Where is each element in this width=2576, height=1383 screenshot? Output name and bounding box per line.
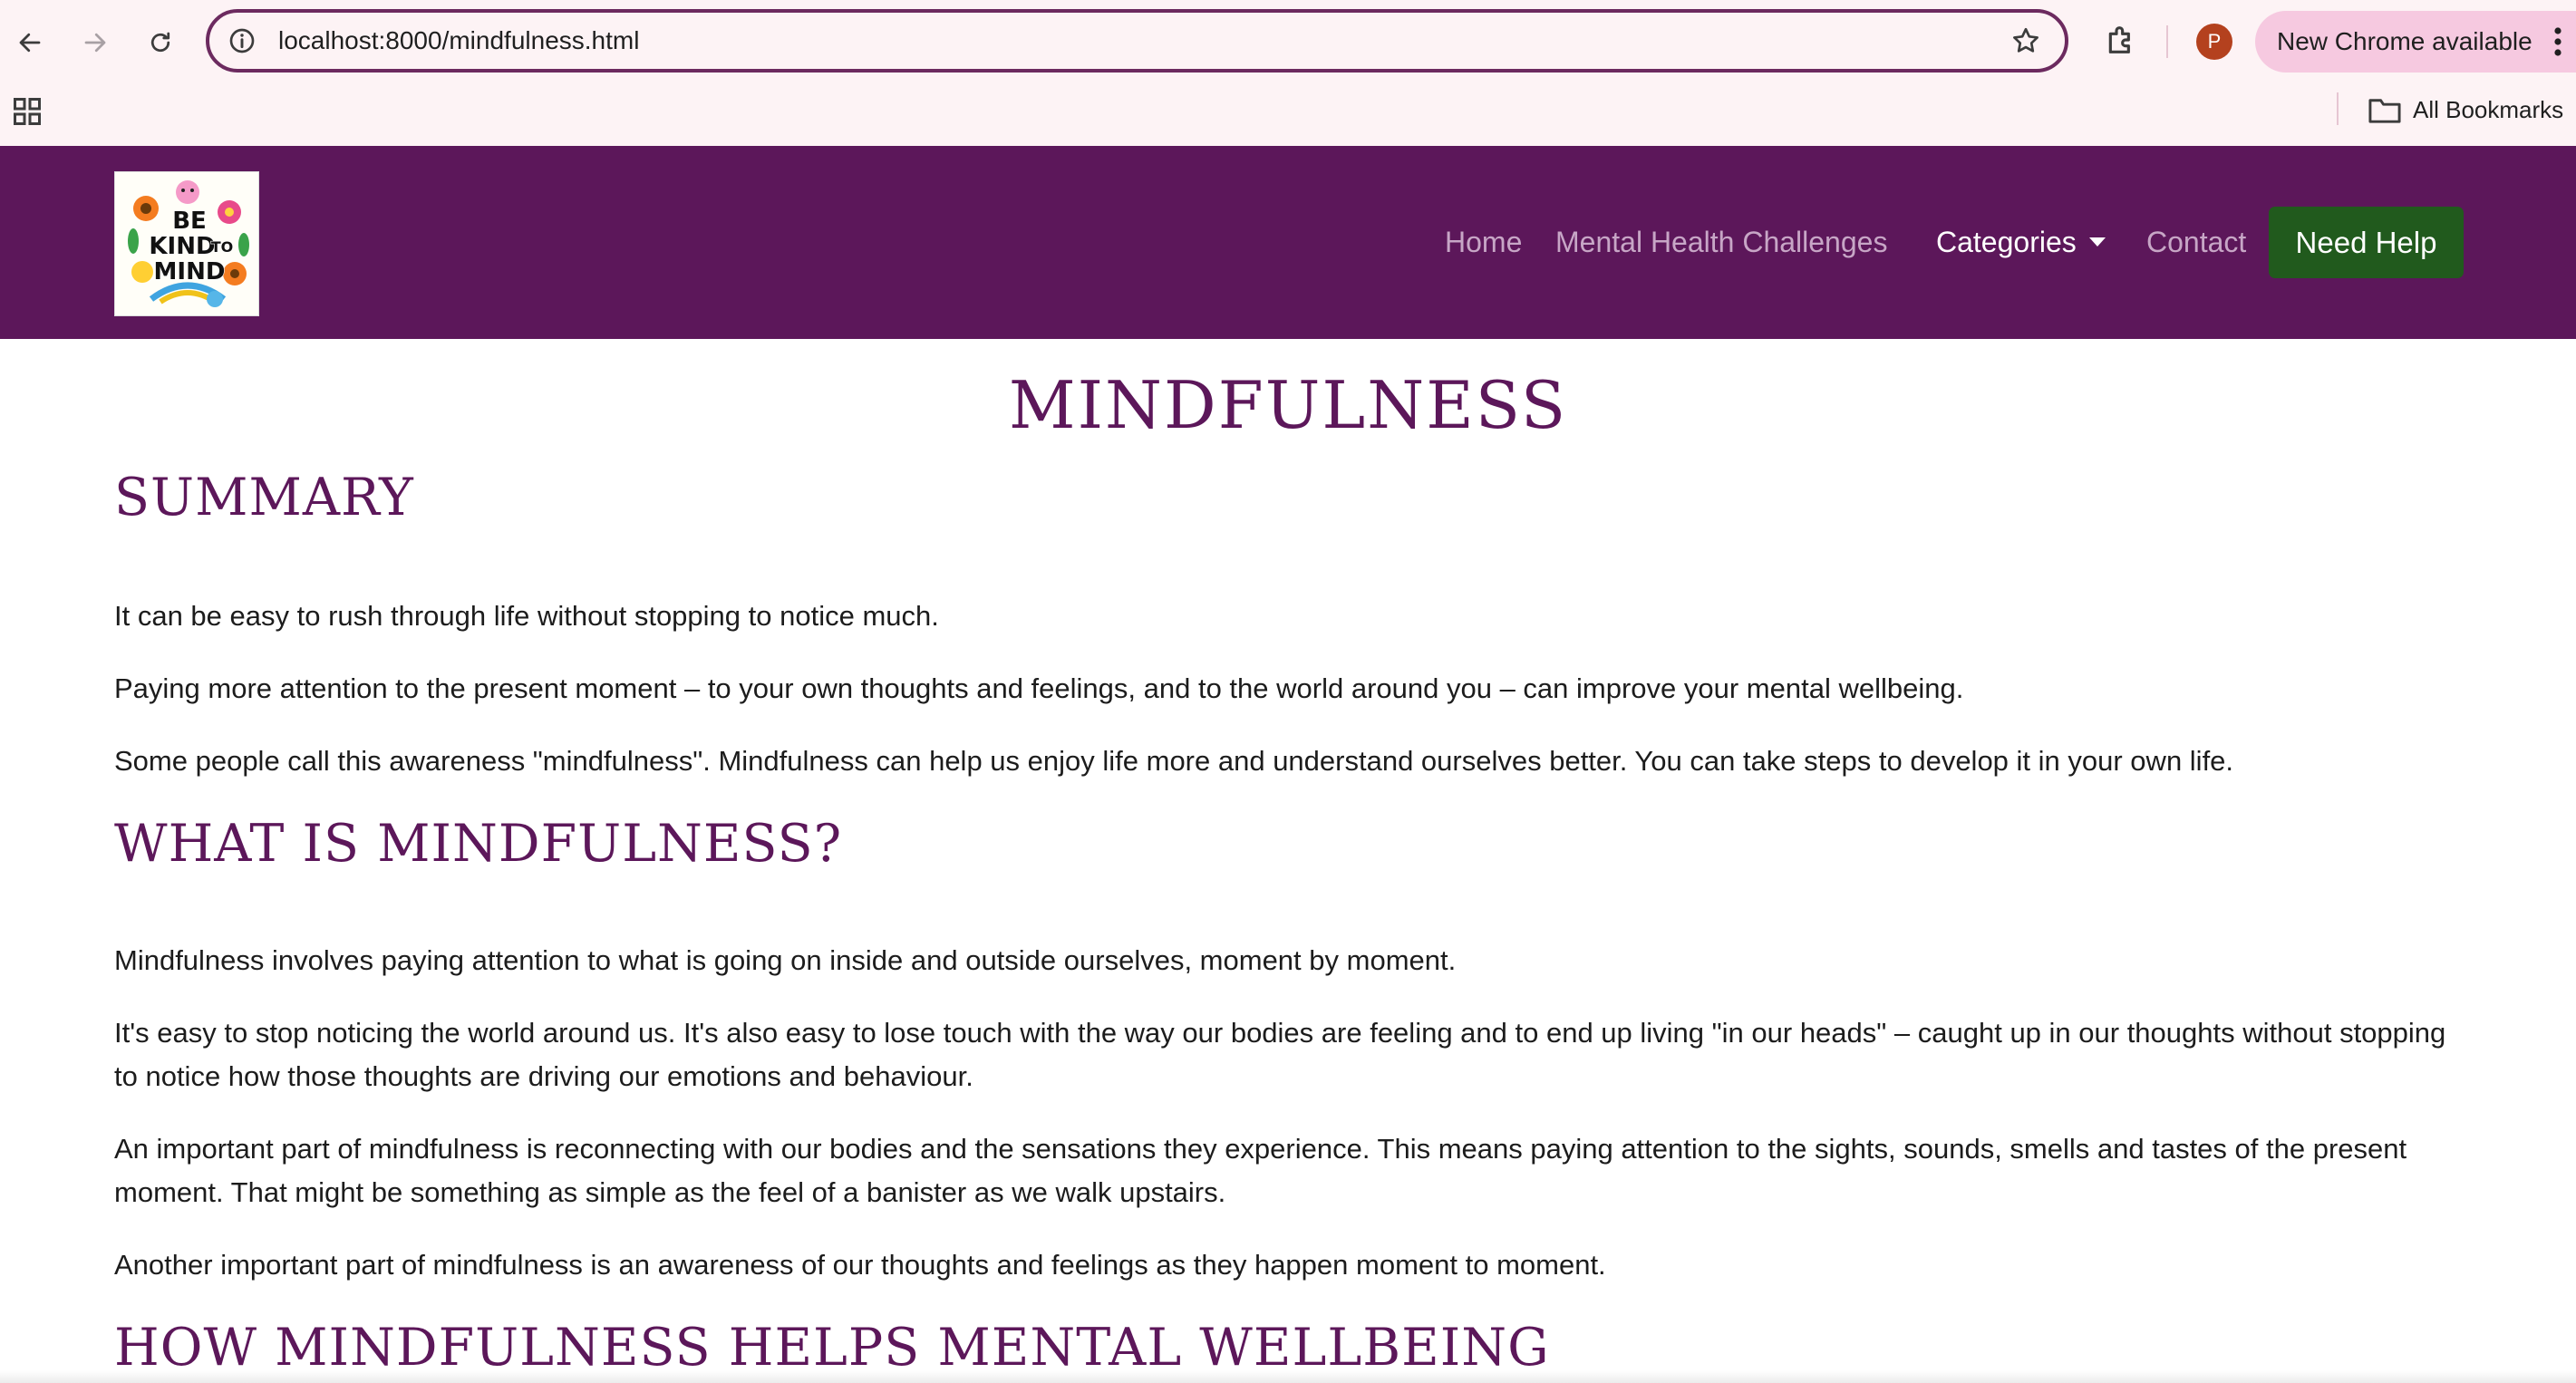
logo-graphic: BE KIND TO MIND [128,180,249,307]
reload-button[interactable] [138,20,183,65]
browser-toolbar: localhost:8000/mindfulness.html P New Ch… [0,0,2576,83]
paragraph: An important part of mindfulness is reco… [114,1133,2407,1208]
nav-categories-label: Categories [1936,226,2077,258]
profile-avatar[interactable]: P [2196,24,2232,60]
page-title: MINDFULNESS [1008,367,1568,443]
back-button[interactable] [7,20,53,65]
need-help-button[interactable]: Need Help [2269,207,2464,278]
site-info-icon[interactable] [228,26,257,55]
paragraph: Mindfulness involves paying attention to… [114,944,1457,976]
paragraph: Another important part of mindfulness is… [114,1249,1606,1281]
update-chip-label: New Chrome available [2277,27,2532,55]
section-heading-summary: SUMMARY [114,468,414,527]
update-chrome-button[interactable]: New Chrome available [2255,11,2576,73]
folder-icon[interactable] [2368,94,2402,125]
kebab-menu-icon[interactable] [2551,25,2565,58]
svg-text:KIND: KIND [149,233,215,260]
forward-icon [84,33,106,53]
back-icon [19,33,41,53]
all-bookmarks-link[interactable]: All Bookmarks [2413,94,2563,125]
nav-mental-health-challenges[interactable]: Mental Health Challenges [1555,224,1887,260]
site-navbar: BE KIND TO MIND Home Mental Health Chall… [0,146,2576,339]
viewport-edge [0,1370,2576,1383]
reload-icon [150,32,170,53]
browser-chrome: localhost:8000/mindfulness.html P New Ch… [0,0,2576,146]
site-logo[interactable]: BE KIND TO MIND [114,171,259,316]
bookmarks-bar: All Bookmarks [0,83,2576,146]
paragraph: Some people call this awareness "mindful… [114,745,2234,777]
svg-text:MIND: MIND [154,258,226,285]
svg-text:BE: BE [172,208,207,235]
svg-text:TO: TO [211,238,234,256]
bookmark-star-icon[interactable] [2010,25,2041,56]
extensions-icon[interactable] [2103,22,2139,58]
paragraph: It's easy to stop noticing the world aro… [114,1017,2446,1092]
paragraph: It can be easy to rush through life with… [114,600,939,632]
nav-categories-dropdown[interactable]: Categories [1936,224,2106,260]
nav-contact[interactable]: Contact [2146,224,2246,260]
address-bar[interactable]: localhost:8000/mindfulness.html [206,9,2068,73]
forward-button[interactable] [73,20,118,65]
chevron-down-icon [2088,237,2106,247]
toolbar-divider [2166,25,2168,58]
bookmarks-divider [2337,92,2339,125]
nav-home[interactable]: Home [1445,224,1522,260]
url-text[interactable]: localhost:8000/mindfulness.html [278,24,639,57]
paragraph: Paying more attention to the present mom… [114,672,1964,704]
section-heading-what-is-mindfulness: WHAT IS MINDFULNESS? [114,814,843,874]
main-content: MINDFULNESS SUMMARY It can be easy to ru… [0,339,2576,1383]
apps-grid-icon[interactable] [11,95,44,128]
